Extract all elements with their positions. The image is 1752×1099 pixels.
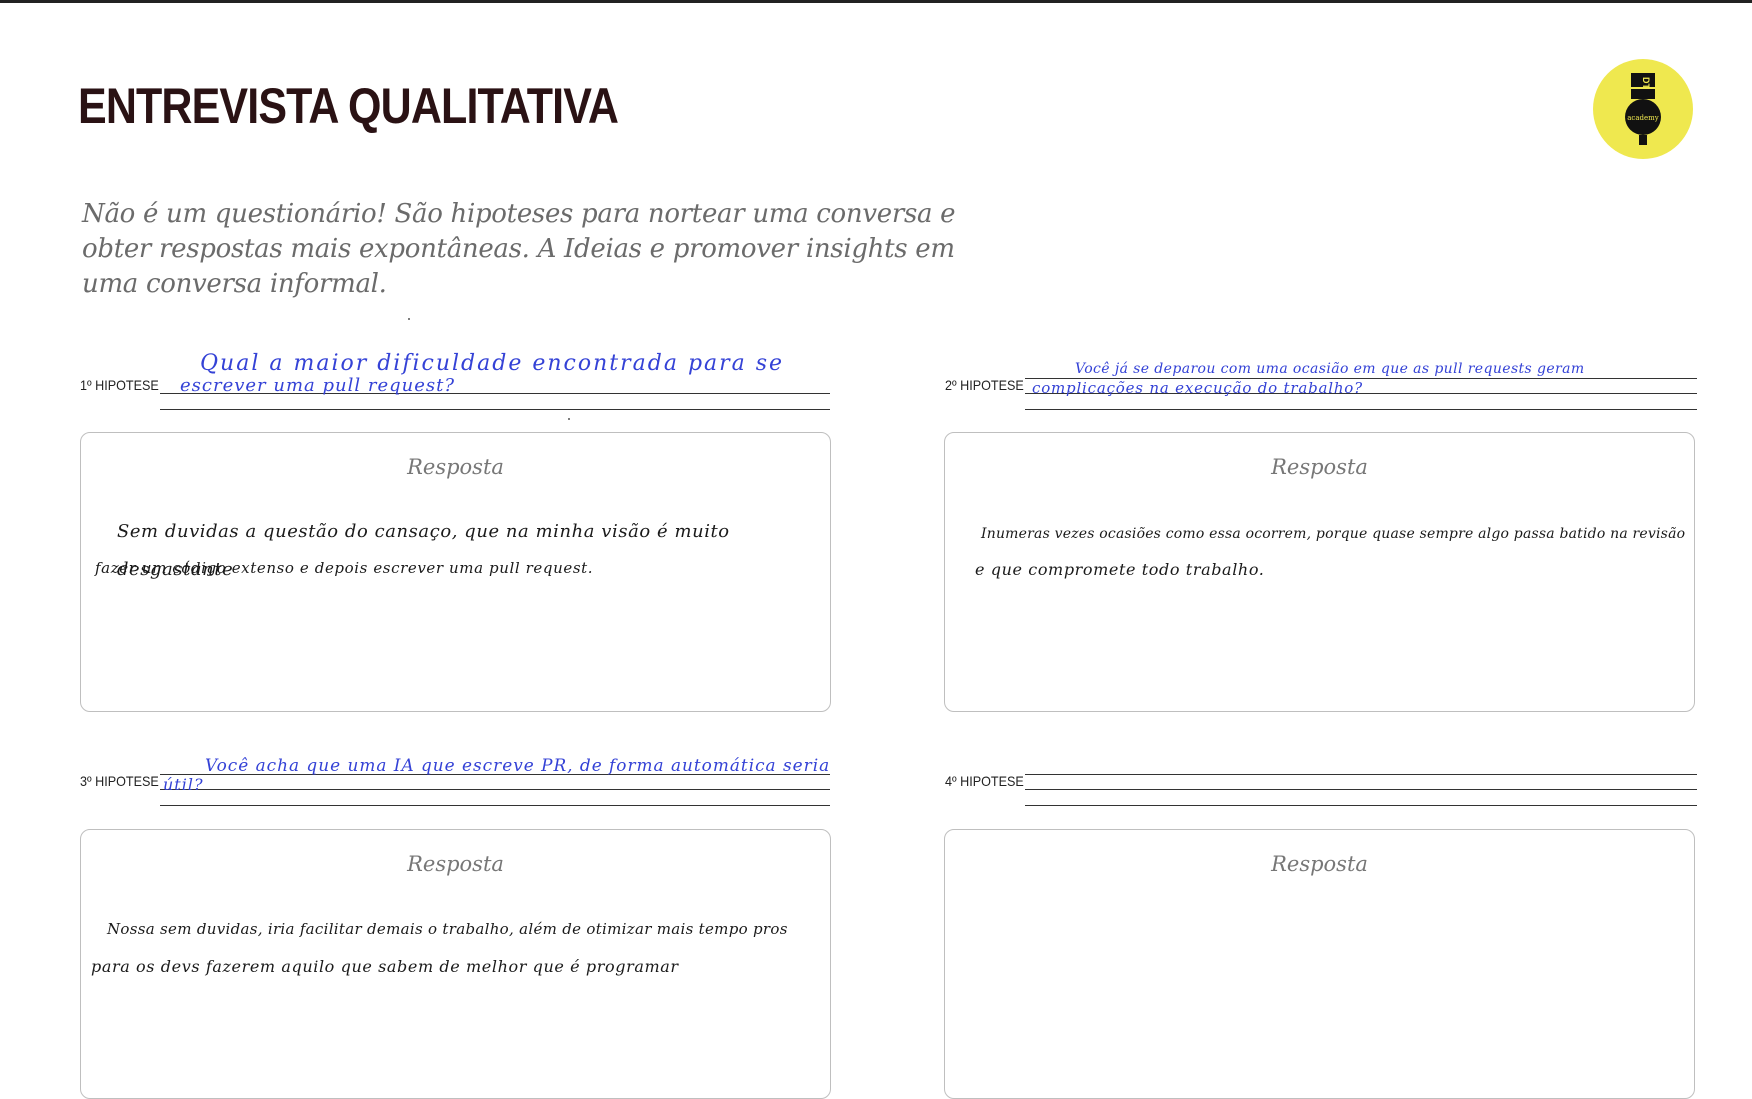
hypothesis-4-line-1 [1025, 774, 1697, 775]
hypothesis-2-question-line-1[interactable]: Você já se deparou com uma ocasião em qu… [1075, 361, 1585, 377]
hypothesis-2-answer-line-2: e que compromete todo trabalho. [975, 560, 1265, 579]
stray-dot [408, 318, 410, 320]
hypothesis-4-label: 4º HIPOTESE [945, 773, 1024, 789]
intro-text: Não é um questionário! São hipoteses par… [82, 199, 956, 299]
hypothesis-1-answer-line-2: fazer um código extenso e depois escreve… [95, 559, 594, 577]
hypothesis-2-line-3 [1025, 409, 1697, 410]
logo-icon: DT academy [1625, 73, 1661, 145]
hypothesis-3-answer-box[interactable]: Resposta Nossa sem duvidas, iria facilit… [80, 829, 831, 1099]
hypothesis-1-label: 1º HIPOTESE [80, 377, 159, 393]
hypothesis-2-label: 2º HIPOTESE [945, 377, 1024, 393]
hypothesis-3-answer-line-2: para os devs fazerem aquilo que sabem de… [91, 957, 679, 976]
answer-title: Resposta [407, 852, 504, 876]
hypothesis-1-question-line-2[interactable]: escrever uma pull request? [180, 376, 455, 395]
answer-title: Resposta [407, 455, 504, 479]
hypothesis-2-answer-box[interactable]: Resposta Inumeras vezes ocasiões como es… [944, 432, 1695, 712]
logo-subtext: academy [1627, 114, 1659, 122]
hypothesis-4-line-3 [1025, 805, 1697, 806]
hypothesis-2-answer-line-1: Inumeras vezes ocasiões como essa ocorre… [981, 526, 1686, 542]
hypothesis-1-question-line-1[interactable]: Qual a maior dificuldade encontrada para… [200, 353, 784, 375]
hypothesis-3-label: 3º HIPOTESE [80, 773, 159, 789]
hypothesis-3-line-3 [160, 805, 830, 806]
hypothesis-3-question-line-2[interactable]: útil? [163, 775, 204, 794]
hypothesis-3-answer-line-1: Nossa sem duvidas, iria facilitar demais… [107, 920, 788, 938]
hypothesis-2-question-line-2[interactable]: complicações na execução do trabalho? [1032, 380, 1363, 396]
top-border [0, 0, 1752, 3]
stray-dot [568, 418, 570, 420]
hypothesis-1-answer-box[interactable]: Resposta Sem duvidas a questão do cansaç… [80, 432, 831, 712]
answer-title: Resposta [1271, 852, 1368, 876]
hypothesis-4-line-2 [1025, 789, 1697, 790]
hypothesis-3-question-line-1[interactable]: Você acha que uma IA que escreve PR, de … [205, 757, 830, 776]
hypothesis-3-line-2 [160, 789, 830, 790]
hypothesis-1-line-2 [160, 409, 830, 410]
page-title: ENTREVISTA QUALITATIVA [78, 78, 619, 134]
hypothesis-4-answer-box[interactable]: Resposta [944, 829, 1695, 1099]
logo-text: DT [1641, 77, 1651, 89]
answer-title: Resposta [1271, 455, 1368, 479]
dt-academy-logo: DT academy [1593, 59, 1693, 159]
